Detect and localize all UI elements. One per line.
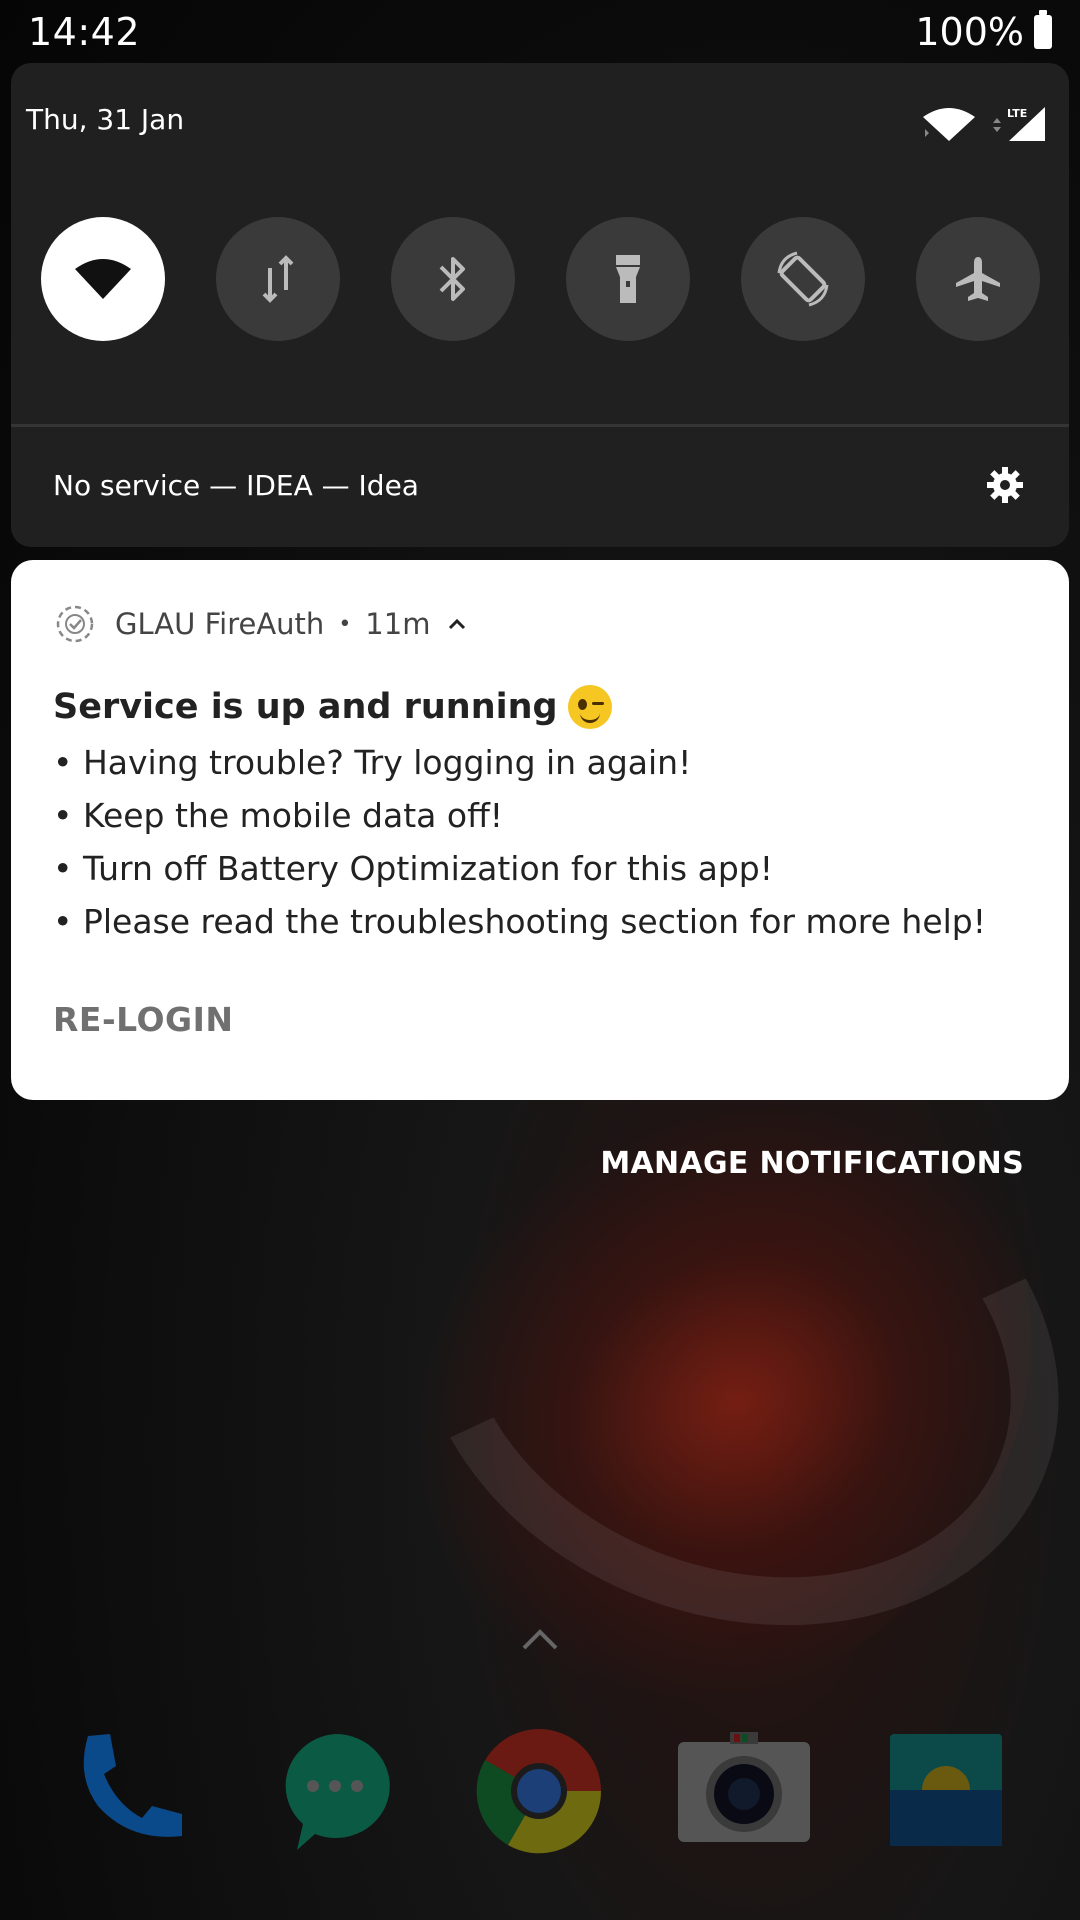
qs-divider — [11, 424, 1069, 427]
qs-signal-indicators: LTE — [921, 105, 1049, 143]
notification-line: • Turn off Battery Optimization for this… — [53, 849, 773, 888]
lte-label: LTE — [1007, 107, 1027, 120]
wifi-status-icon — [923, 108, 975, 141]
status-right: 100% — [915, 10, 1052, 54]
qs-tiles — [41, 217, 1041, 343]
app-drawer-chevron-icon[interactable] — [520, 1626, 560, 1652]
notification-card[interactable]: GLAU FireAuth • 11m Service is up and ru… — [11, 560, 1069, 1100]
flashlight-icon — [616, 255, 640, 303]
notification-title-text: Service is up and running — [53, 687, 558, 727]
auto-rotate-icon — [777, 251, 829, 307]
phone-icon[interactable] — [70, 1726, 190, 1856]
notification-shade-screen: 14:42 100% Thu, 31 Jan LTE No service — … — [0, 0, 1080, 1920]
tile-airplane-mode[interactable] — [916, 217, 1040, 341]
re-login-button[interactable]: RE-LOGIN — [53, 1000, 234, 1039]
manage-notifications-button[interactable]: MANAGE NOTIFICATIONS — [600, 1146, 1024, 1181]
tile-auto-rotate[interactable] — [741, 217, 865, 341]
tile-mobile-data[interactable] — [216, 217, 340, 341]
lte-signal-icon: LTE — [993, 107, 1045, 141]
qs-date[interactable]: Thu, 31 Jan — [26, 103, 184, 136]
status-bar: 14:42 100% — [0, 0, 1080, 62]
winking-face-icon — [567, 685, 612, 729]
wifi-icon — [75, 259, 131, 299]
mobile-data-icon — [262, 255, 294, 303]
chevron-up-icon[interactable] — [446, 613, 468, 635]
battery-full-icon — [1034, 10, 1052, 49]
notification-title: Service is up and running — [53, 685, 612, 729]
fireauth-app-icon — [56, 605, 94, 643]
separator-dot: • — [338, 611, 352, 637]
airplane-icon — [956, 257, 1000, 301]
gallery-icon[interactable] — [888, 1726, 1004, 1856]
tile-wifi[interactable] — [41, 217, 165, 341]
bluetooth-icon — [439, 257, 465, 301]
notification-header[interactable]: GLAU FireAuth • 11m — [53, 602, 468, 646]
notification-line: • Having trouble? Try logging in again! — [53, 743, 692, 782]
notification-line: • Keep the mobile data off! — [53, 796, 504, 835]
notification-app-name: GLAU FireAuth — [115, 607, 325, 641]
quick-settings-panel: Thu, 31 Jan LTE No service — IDEA — Idea — [11, 63, 1069, 547]
notification-time: 11m — [365, 607, 431, 641]
messages-icon[interactable] — [275, 1726, 395, 1856]
carrier-text: No service — IDEA — Idea — [53, 469, 419, 502]
tile-bluetooth[interactable] — [391, 217, 515, 341]
battery-percent: 100% — [915, 10, 1024, 54]
notification-body: • Having trouble? Try logging in again! … — [53, 736, 986, 948]
camera-icon[interactable] — [676, 1726, 812, 1856]
chrome-icon[interactable] — [474, 1726, 604, 1856]
notification-line: • Please read the troubleshooting sectio… — [53, 902, 986, 941]
tile-flashlight[interactable] — [566, 217, 690, 341]
status-time: 14:42 — [28, 10, 141, 54]
gear-icon[interactable] — [985, 465, 1025, 505]
